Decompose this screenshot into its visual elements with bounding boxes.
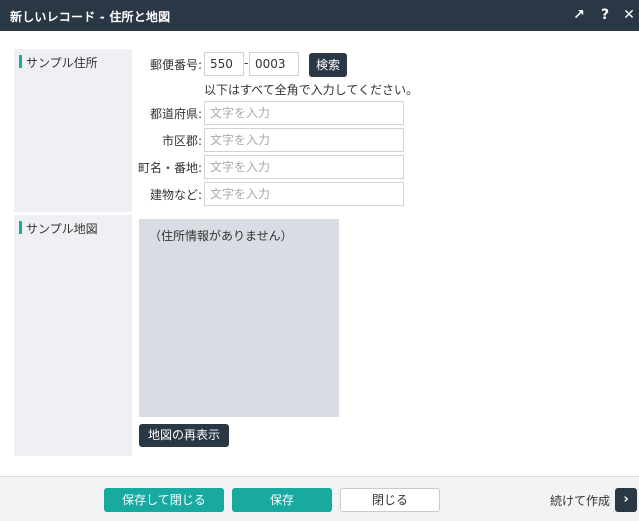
map-section-title: サンプル地図: [26, 222, 98, 236]
address-section-label: サンプル住所: [14, 49, 132, 212]
chevron-right-icon: ›: [623, 492, 629, 507]
postal-code-dash: -: [244, 56, 249, 70]
form-body: サンプル住所 郵便番号: - 検索 以下はすべて全角で入力してください。 都道府…: [0, 31, 639, 476]
address-section-title: サンプル住所: [26, 56, 98, 70]
postal-code-first-input[interactable]: [204, 52, 244, 76]
no-address-message: （住所情報がありません）: [149, 229, 293, 243]
section-accent-bar: [19, 55, 22, 68]
save-button[interactable]: 保存: [232, 488, 332, 512]
expand-icon[interactable]: ↗: [570, 6, 588, 24]
city-input[interactable]: [204, 128, 404, 152]
full-width-hint: 以下はすべて全角で入力してください。: [204, 83, 418, 97]
footer-bar: 保存して閉じる 保存 閉じる 続けて作成 ›: [0, 476, 639, 521]
postal-code-label: 郵便番号:: [149, 58, 202, 72]
postal-search-button[interactable]: 検索: [309, 53, 347, 77]
continue-create-button[interactable]: ›: [615, 488, 637, 512]
close-button[interactable]: 閉じる: [340, 488, 440, 512]
map-section-label: サンプル地図: [14, 215, 132, 456]
map-view[interactable]: （住所情報がありません）: [139, 219, 339, 417]
prefecture-label: 都道府県:: [149, 107, 202, 121]
map-redisplay-button[interactable]: 地図の再表示: [139, 424, 229, 447]
town-street-label: 町名・番地:: [137, 161, 202, 175]
prefecture-input[interactable]: [204, 101, 404, 125]
postal-code-second-input[interactable]: [249, 52, 299, 76]
building-input[interactable]: [204, 182, 404, 206]
window-title: 新しいレコード - 住所と地図: [10, 10, 171, 24]
section-accent-bar: [19, 221, 22, 234]
save-and-close-button[interactable]: 保存して閉じる: [104, 488, 224, 512]
city-label: 市区郡:: [161, 134, 202, 148]
continue-create-label: 続けて作成: [550, 494, 611, 508]
town-street-input[interactable]: [204, 155, 404, 179]
close-icon[interactable]: ✕: [620, 6, 638, 24]
title-bar: 新しいレコード - 住所と地図 ↗ ? ✕: [0, 0, 639, 31]
help-icon[interactable]: ?: [596, 6, 614, 24]
building-label: 建物など:: [149, 188, 202, 202]
